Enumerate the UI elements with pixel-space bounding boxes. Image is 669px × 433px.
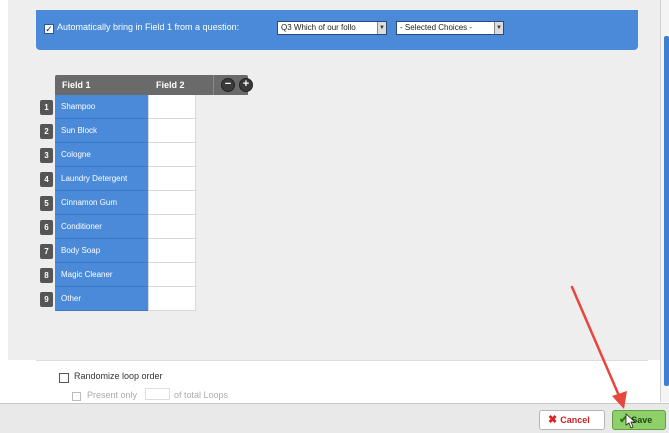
row-number-badge[interactable]: 8	[40, 268, 53, 283]
field2-cell[interactable]	[148, 239, 196, 263]
row-number-badge[interactable]: 1	[40, 100, 53, 115]
auto-populate-bar: ✓ Automatically bring in Field 1 from a …	[36, 10, 638, 50]
row-number-badge[interactable]: 9	[40, 292, 53, 307]
grid-header: Field 1 Field 2 − +	[55, 75, 253, 95]
field2-cell[interactable]	[148, 263, 196, 287]
minus-circle-icon[interactable]: −	[221, 78, 235, 92]
question-select[interactable]: Q3 Which of our follo ▼	[277, 21, 387, 35]
field1-cell[interactable]: Laundry Detergent	[55, 167, 148, 191]
row-number-badge[interactable]: 5	[40, 196, 53, 211]
table-row: 3 Cologne	[36, 143, 196, 167]
column-header-field1[interactable]: Field 1	[62, 80, 91, 90]
row-number-badge[interactable]: 3	[40, 148, 53, 163]
cancel-label: Cancel	[560, 415, 590, 425]
present-only-label: Present only	[87, 390, 138, 400]
field2-cell[interactable]	[148, 119, 196, 143]
present-only-checkbox[interactable]	[72, 392, 81, 401]
field1-cell[interactable]: Sun Block	[55, 119, 148, 143]
field1-cell[interactable]: Cologne	[55, 143, 148, 167]
checkmark-icon: ✔	[619, 414, 629, 426]
table-row: 8 Magic Cleaner	[36, 263, 196, 287]
save-button[interactable]: ✔ Save	[612, 410, 666, 430]
field2-cell[interactable]	[148, 287, 196, 311]
question-select-value: Q3 Which of our follo	[281, 23, 356, 32]
total-loops-label: of total Loops	[174, 390, 229, 400]
table-row: 7 Body Soap	[36, 239, 196, 263]
section-divider	[36, 360, 648, 361]
dropdown-arrow-icon: ▼	[494, 22, 503, 34]
table-row: 9 Other	[36, 287, 196, 311]
field2-cell[interactable]	[148, 95, 196, 119]
randomize-label: Randomize loop order	[74, 371, 163, 381]
row-number-badge[interactable]: 4	[40, 172, 53, 187]
choices-select-value: - Selected Choices -	[400, 23, 473, 32]
table-row: 1 Shampoo	[36, 95, 196, 119]
field2-cell[interactable]	[148, 143, 196, 167]
column-header-field2[interactable]: Field 2	[156, 80, 185, 90]
field2-cell[interactable]	[148, 167, 196, 191]
field1-cell[interactable]: Body Soap	[55, 239, 148, 263]
row-number-badge[interactable]: 6	[40, 220, 53, 235]
table-row: 4 Laundry Detergent	[36, 167, 196, 191]
dialog-footer: ✖ Cancel ✔ Save	[0, 403, 669, 433]
field1-cell[interactable]: Cinnamon Gum	[55, 191, 148, 215]
randomize-checkbox[interactable]	[59, 373, 69, 383]
row-number-badge[interactable]: 7	[40, 244, 53, 259]
choices-select[interactable]: - Selected Choices - ▼	[396, 21, 504, 35]
scrollbar[interactable]	[660, 0, 669, 402]
field2-cell[interactable]	[148, 215, 196, 239]
table-row: 2 Sun Block	[36, 119, 196, 143]
close-icon: ✖	[548, 414, 558, 426]
field1-cell[interactable]: Other	[55, 287, 148, 311]
cancel-button[interactable]: ✖ Cancel	[539, 410, 605, 430]
scrollbar-thumb[interactable]	[664, 36, 669, 386]
field1-cell[interactable]: Shampoo	[55, 95, 148, 119]
save-label: Save	[631, 415, 653, 425]
row-number-badge[interactable]: 2	[40, 124, 53, 139]
plus-circle-icon[interactable]: +	[239, 78, 253, 92]
dropdown-arrow-icon: ▼	[377, 22, 386, 34]
auto-populate-checkbox[interactable]: ✓	[44, 24, 54, 34]
auto-populate-label: Automatically bring in Field 1 from a qu…	[57, 22, 240, 32]
table-row: 5 Cinnamon Gum	[36, 191, 196, 215]
field2-cell[interactable]	[148, 191, 196, 215]
table-row: 6 Conditioner	[36, 215, 196, 239]
field1-cell[interactable]: Conditioner	[55, 215, 148, 239]
header-divider	[213, 75, 214, 95]
field1-cell[interactable]: Magic Cleaner	[55, 263, 148, 287]
present-count-input[interactable]	[145, 388, 170, 400]
loop-and-merge-dialog: ✓ Automatically bring in Field 1 from a …	[0, 0, 669, 433]
